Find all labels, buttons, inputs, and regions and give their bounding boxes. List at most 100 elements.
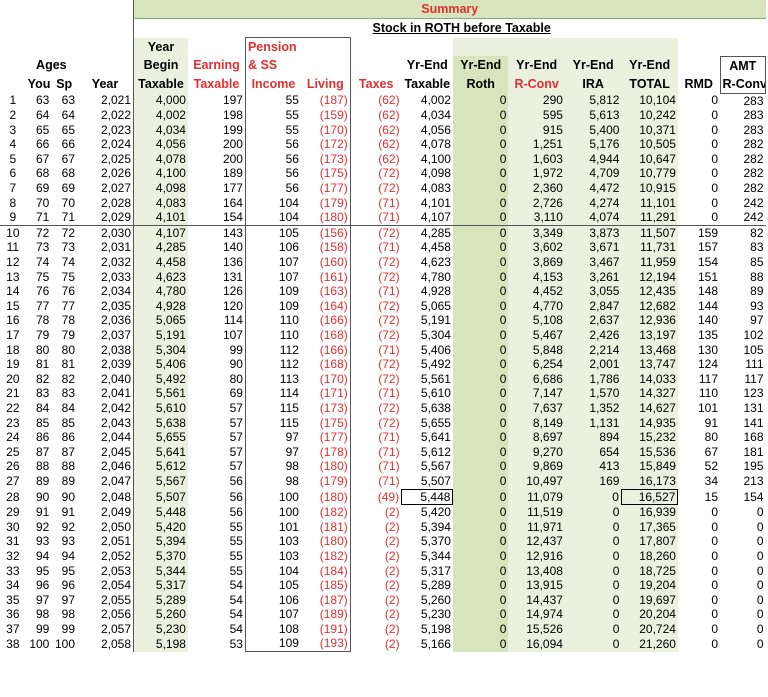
cell-amt-rconv: 85 [750,255,764,270]
cell-living: (180) [300,534,351,549]
cell-pension-ss-income: 56 [244,151,301,167]
cell-earning-taxable: 56 [229,504,243,519]
cell-yrend-rconv: 1,603 [508,151,565,167]
cell-living: (164) [300,298,351,314]
cell-amt-rconv: 131 [743,400,764,415]
cell-yrend-rconv: 3,110 [508,210,565,226]
cell-rmd: 148 [698,284,719,299]
cell-amt-rconv: 111 [745,357,764,372]
header-amt-2: R-Conv [719,74,767,94]
cell-begin-taxable: 4,100 [133,166,188,182]
cell-yrend-total: 21,260 [621,636,678,652]
table-row: 10 72 72 2,030 4,107 143 105 (156) (72) 4,285 0 3,3… [0,224,766,241]
cell-year: 2,034 [100,284,132,299]
cell-begin-taxable: 5,655 [133,430,188,445]
cell-row-index: 30 [6,519,20,534]
cell-rmd: 0 [711,563,719,578]
cell-amt-rconv: 0 [756,504,764,519]
cell-age-spouse: 86 [61,430,76,445]
cell-year: 2,025 [100,151,132,166]
cell-amt-rconv: 282 [743,166,764,181]
cell-amt-rconv: 0 [756,621,764,636]
cell-age-you: 98 [35,607,50,622]
cell-rmd: 15 [704,489,719,504]
cell-earning-taxable: 55 [229,519,243,534]
cell-age-you: 79 [35,328,50,342]
cell-begin-taxable: 5,230 [133,621,188,637]
cell-yrend-taxable: 5,289 [420,578,451,593]
cell-age-you: 81 [35,357,50,372]
cell-yrend-ira: 2,847 [564,298,622,314]
header-year: Year [91,76,119,91]
cell-yrend-taxable: 4,034 [420,108,451,123]
cell-amt-rconv: 282 [743,137,764,152]
cell-row-index: 35 [6,592,20,607]
cell-rmd: 101 [698,400,719,415]
cell-row-index: 18 [6,342,20,357]
cell-taxes: (72) [378,298,400,313]
cell-year: 2,023 [100,122,132,137]
cell-age-spouse: 77 [61,298,76,313]
cell-pension-ss-income: 104 [244,210,301,226]
cell-row-index: 10 [0,224,26,241]
cell-age-you: 91 [35,504,50,519]
subtitle-row: Stock in ROTH before Taxable [0,18,766,38]
cell-row-index: 7 [9,181,17,196]
cell-earning-taxable: 197 [222,93,243,108]
cell-yrend-roth: 0 [452,342,509,358]
cell-yrend-rconv: 5,848 [508,342,565,358]
cell-rmd: 0 [711,621,719,636]
cell-rmd: 0 [711,578,719,593]
header-yrend-total-1: Yr-End [621,56,678,75]
cell-year: 2,031 [100,240,132,255]
table-row: 9 71 71 2,029 4,101 154 104 (180) (71) 4,107 0 3,11… [0,210,766,226]
cell-yrend-rconv: 11,519 [508,504,565,520]
cell-yrend-ira: 0 [564,534,622,549]
table-row: 2 64 64 2,022 4,002 198 55 (159) (62) 4,034 0 595 5,… [0,108,766,123]
cell-yrend-ira: 4,944 [564,151,622,167]
cell-age-spouse: 89 [61,474,76,489]
cell-yrend-ira: 1,786 [564,371,622,387]
cell-yrend-taxable: 4,002 [420,93,451,108]
cell-yrend-ira: 0 [564,548,622,564]
header-living: Living [300,74,351,93]
cell-age-spouse: 100 [54,636,76,651]
cell-age-you: 88 [35,459,50,474]
cell-yrend-rconv: 915 [508,122,565,138]
cell-rmd: 0 [711,504,719,519]
cell-pension-ss-income: 113 [244,371,301,387]
cell-taxes: (71) [378,430,400,445]
cell-living: (191) [300,621,351,637]
cell-rmd: 157 [698,240,719,255]
cell-yrend-taxable: 5,567 [420,459,451,474]
cell-yrend-taxable: 5,448 [401,488,454,506]
cell-year: 2,047 [100,474,132,489]
cell-yrend-roth: 0 [452,459,509,474]
cell-yrend-roth: 0 [452,151,509,167]
cell-living: (193) [300,636,351,653]
cell-amt-rconv: 89 [750,284,764,299]
cell-yrend-total: 14,627 [621,400,678,416]
cell-yrend-taxable: 4,101 [420,195,451,210]
cell-yrend-total: 10,915 [621,181,678,196]
header-yrend-taxable-2: Taxable [404,76,451,91]
cell-yrend-ira: 0 [564,489,622,505]
cell-living: (177) [300,181,351,196]
cell-row-index: 3 [9,122,17,137]
header-you: You [27,76,51,91]
cell-yrend-roth: 0 [452,195,509,211]
cell-amt-rconv: 0 [756,548,764,563]
cell-age-you: 72 [25,224,52,241]
cell-earning-taxable: 57 [229,415,243,430]
cell-pension-ss-income: 115 [244,400,301,416]
cell-rmd: 0 [711,210,719,225]
cell-rmd: 0 [711,93,719,108]
cell-yrend-ira: 3,055 [564,284,622,299]
cell-yrend-taxable: 4,780 [420,269,451,284]
cell-row-index: 12 [6,255,20,270]
cell-earning-taxable: 55 [229,548,243,563]
cell-yrend-rconv: 1,251 [508,137,565,152]
cell-amt-rconv: 141 [743,415,764,430]
cell-yrend-rconv: 3,602 [508,240,565,256]
cell-rmd: 140 [698,313,719,328]
